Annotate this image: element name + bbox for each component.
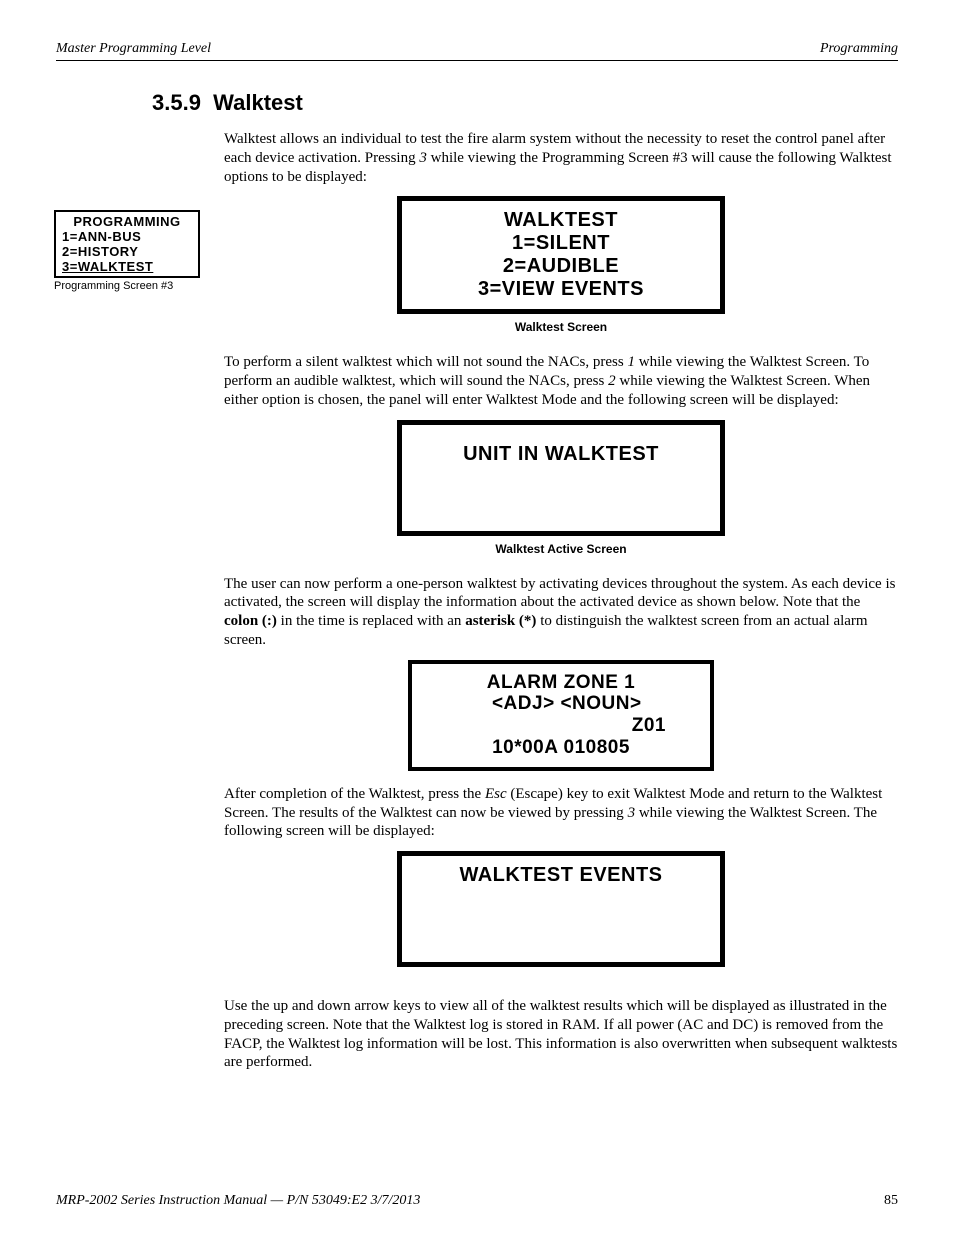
header-left: Master Programming Level <box>56 40 211 58</box>
lcd-line: 3=VIEW EVENTS <box>416 278 706 301</box>
lcd-caption: Walktest Active Screen <box>224 542 898 557</box>
text: After completion of the Walktest, press … <box>224 786 485 802</box>
page-footer: MRP-2002 Series Instruction Manual — P/N… <box>56 1192 898 1210</box>
lcd-line: 2=AUDIBLE <box>416 255 706 278</box>
header-right: Programming <box>820 40 898 58</box>
mini-lcd-line: 1=ANN-BUS <box>62 230 192 245</box>
text: in the time is replaced with an <box>277 613 465 629</box>
lcd-alarm-zone: ALARM ZONE 1 <ADJ> <NOUN> Z01 10*00A 010… <box>408 660 714 771</box>
key-ref: 2 <box>608 373 616 389</box>
mini-lcd-title: PROGRAMMING <box>62 215 192 230</box>
key-ref: 3 <box>419 150 427 166</box>
lcd-line: UNIT IN WALKTEST <box>416 443 706 466</box>
section-heading: 3.5.9 Walktest <box>152 89 898 117</box>
lcd-caption: Walktest Screen <box>224 320 898 335</box>
key-ref: Esc <box>485 786 507 802</box>
paragraph-final: Use the up and down arrow keys to view a… <box>224 997 898 1072</box>
text: The user can now perform a one-person wa… <box>224 576 895 611</box>
paragraph-silent-audible: To perform a silent walktest which will … <box>224 353 898 409</box>
footer-left: MRP-2002 Series Instruction Manual — P/N… <box>56 1192 420 1210</box>
key-ref: 1 <box>627 354 635 370</box>
side-programming-menu: PROGRAMMING 1=ANN-BUS 2=HISTORY 3=WALKTE… <box>54 210 234 294</box>
lcd-walktest-events: WALKTEST EVENTS <box>397 851 725 967</box>
paragraph-intro: Walktest allows an individual to test th… <box>224 130 898 186</box>
lcd-line: 10*00A 010805 <box>426 737 696 759</box>
lcd-line: WALKTEST <box>416 209 706 232</box>
section-number: 3.5.9 <box>152 90 201 115</box>
text: To perform a silent walktest which will … <box>224 354 627 370</box>
lcd-line: ALARM ZONE 1 <box>426 672 696 694</box>
lcd-line: WALKTEST EVENTS <box>416 864 706 887</box>
lcd-line: Z01 <box>426 715 696 737</box>
paragraph-device-activate: The user can now perform a one-person wa… <box>224 575 898 650</box>
mini-lcd-line-selected: 3=WALKTEST <box>62 260 192 275</box>
mini-lcd-caption: Programming Screen #3 <box>54 280 234 294</box>
bold-text: colon (:) <box>224 613 277 629</box>
lcd-line: 1=SILENT <box>416 232 706 255</box>
page-header: Master Programming Level Programming <box>56 40 898 61</box>
key-ref: 3 <box>628 805 636 821</box>
lcd-walktest-menu: WALKTEST 1=SILENT 2=AUDIBLE 3=VIEW EVENT… <box>397 196 725 314</box>
footer-page-number: 85 <box>884 1192 898 1210</box>
mini-lcd: PROGRAMMING 1=ANN-BUS 2=HISTORY 3=WALKTE… <box>54 210 200 278</box>
lcd-line: <ADJ> <NOUN> <box>426 693 696 715</box>
section-title-text: Walktest <box>213 90 303 115</box>
bold-text: asterisk (*) <box>465 613 536 629</box>
mini-lcd-line: 2=HISTORY <box>62 245 192 260</box>
paragraph-after-completion: After completion of the Walktest, press … <box>224 785 898 841</box>
lcd-walktest-active: UNIT IN WALKTEST <box>397 420 725 536</box>
